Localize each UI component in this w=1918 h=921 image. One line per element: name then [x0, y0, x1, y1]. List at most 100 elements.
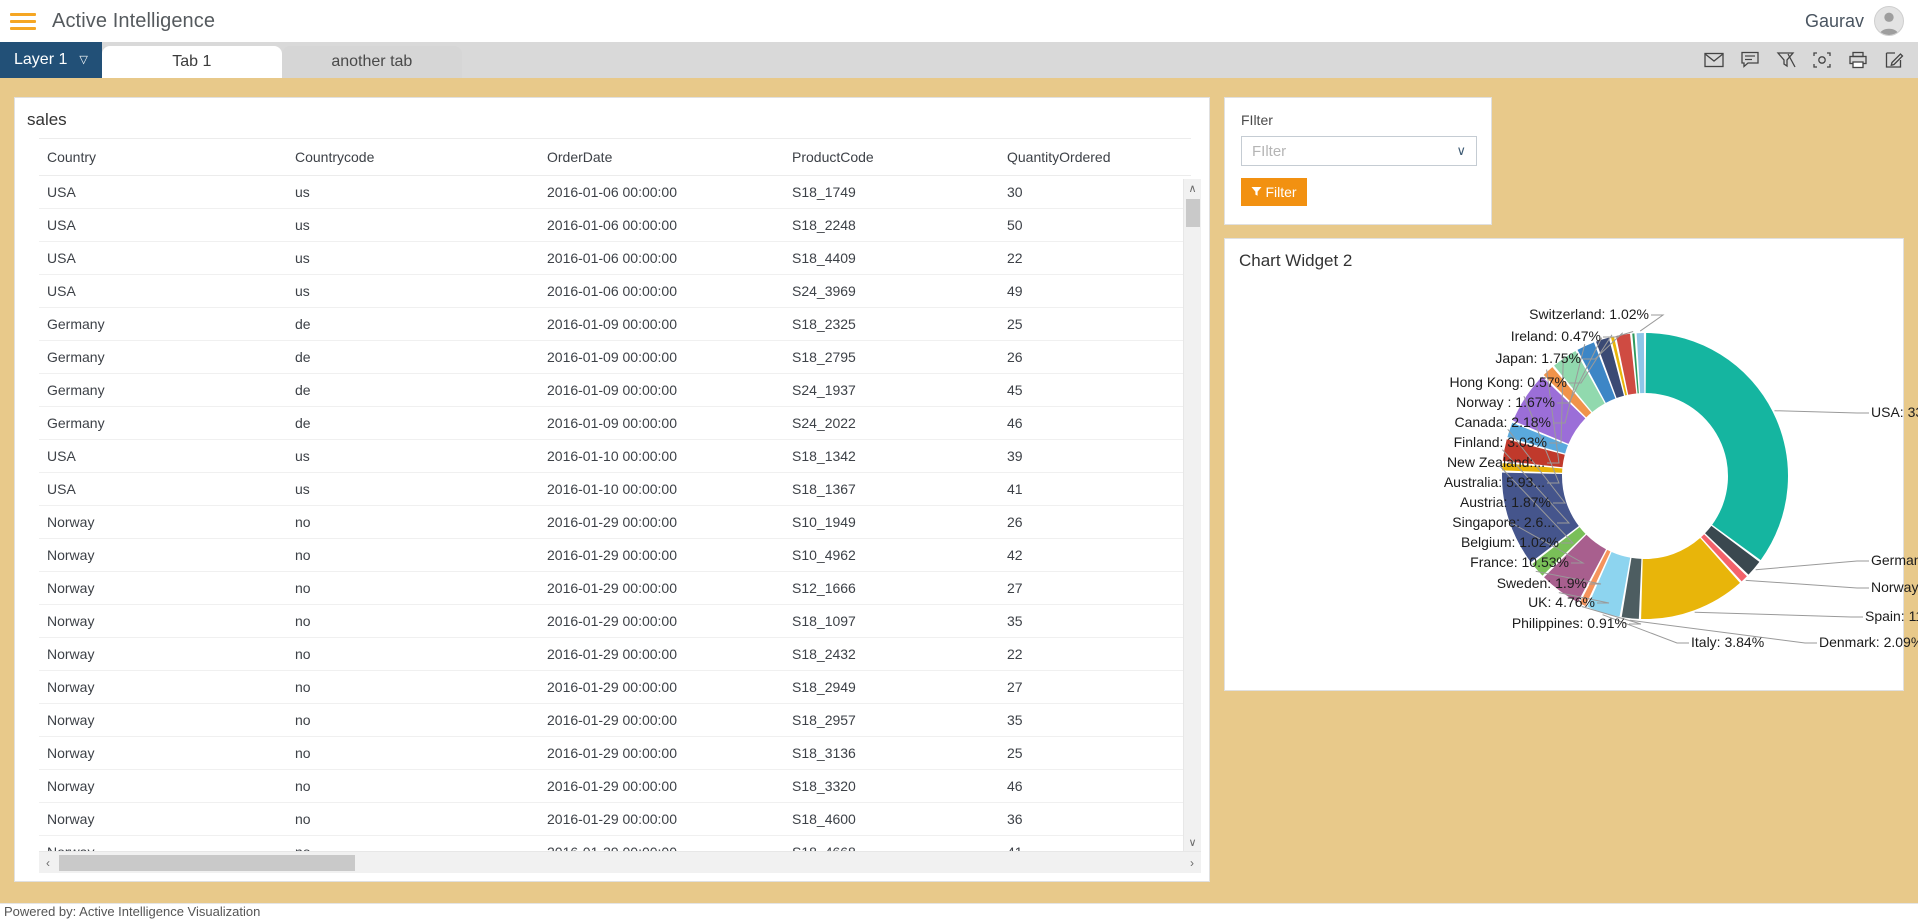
table-row[interactable]: USAus2016-01-10 00:00:00S18_136741: [39, 473, 1191, 506]
table-row[interactable]: Norwayno2016-01-29 00:00:00S18_295735: [39, 704, 1191, 737]
sales-table-body: USAus2016-01-06 00:00:00S18_174930USAus2…: [39, 176, 1191, 852]
cell-productcode: S12_1666: [784, 572, 999, 605]
cell-orderdate: 2016-01-29 00:00:00: [539, 803, 784, 836]
cell-orderdate: 2016-01-29 00:00:00: [539, 737, 784, 770]
donut-leader-line: [1746, 580, 1869, 588]
table-scroll-area[interactable]: Country Countrycode OrderDate ProductCod…: [39, 138, 1201, 851]
chart-widget: Chart Widget 2 USA: 33.85%Germany: 2.04%…: [1224, 238, 1904, 691]
cell-countrycode: de: [287, 407, 539, 440]
donut-chart[interactable]: USA: 33.85%Germany: 2.04%Norway: 1.03%Sp…: [1225, 271, 1905, 686]
cell-productcode: S18_1342: [784, 440, 999, 473]
table-row[interactable]: Norwayno2016-01-29 00:00:00S10_194926: [39, 506, 1191, 539]
tab-strip: Layer 1 ▽ Tab 1 another tab: [0, 42, 1918, 78]
cell-productcode: S18_2949: [784, 671, 999, 704]
table-row[interactable]: USAus2016-01-06 00:00:00S18_224850: [39, 209, 1191, 242]
cell-productcode: S18_4600: [784, 803, 999, 836]
table-row[interactable]: USAus2016-01-06 00:00:00S24_396949: [39, 275, 1191, 308]
comment-icon[interactable]: [1740, 51, 1760, 69]
column-header-countrycode[interactable]: Countrycode: [287, 139, 539, 176]
scroll-right-icon[interactable]: ›: [1183, 856, 1201, 870]
filter-button[interactable]: Filter: [1241, 178, 1307, 206]
edit-icon[interactable]: [1884, 51, 1904, 69]
cell-quantityordered: 50: [999, 209, 1191, 242]
dashboard-canvas: sales Country Countrycode OrderDate Prod…: [0, 78, 1918, 903]
donut-label: Germany: 2.04%: [1871, 552, 1918, 568]
scroll-down-icon[interactable]: ∨: [1184, 833, 1201, 851]
cell-quantityordered: 39: [999, 440, 1191, 473]
cell-countrycode: de: [287, 374, 539, 407]
cell-quantityordered: 25: [999, 308, 1191, 341]
table-row[interactable]: USAus2016-01-10 00:00:00S18_134239: [39, 440, 1191, 473]
table-row[interactable]: USAus2016-01-06 00:00:00S18_440922: [39, 242, 1191, 275]
vertical-scrollbar[interactable]: ∧ ∨: [1183, 179, 1201, 851]
clear-filter-icon[interactable]: [1776, 51, 1796, 69]
donut-slice[interactable]: [1646, 333, 1788, 560]
table-row[interactable]: USAus2016-01-06 00:00:00S18_174930: [39, 176, 1191, 209]
table-row[interactable]: Norwayno2016-01-29 00:00:00S18_109735: [39, 605, 1191, 638]
table-row[interactable]: Norwayno2016-01-29 00:00:00S18_243222: [39, 638, 1191, 671]
cell-orderdate: 2016-01-29 00:00:00: [539, 770, 784, 803]
cell-orderdate: 2016-01-29 00:00:00: [539, 638, 784, 671]
cell-quantityordered: 27: [999, 572, 1191, 605]
scroll-left-icon[interactable]: ‹: [39, 856, 57, 870]
layer-selector[interactable]: Layer 1 ▽: [0, 42, 102, 78]
funnel-icon: [1251, 184, 1262, 200]
table-row[interactable]: Norwayno2016-01-29 00:00:00S18_466841: [39, 836, 1191, 852]
tab-another-tab[interactable]: another tab: [282, 46, 462, 78]
snapshot-icon[interactable]: [1812, 51, 1832, 69]
donut-label: Norway: 1.03%: [1871, 579, 1918, 595]
filter-dropdown[interactable]: FIlter ∨: [1241, 136, 1477, 166]
table-row[interactable]: Germanyde2016-01-09 00:00:00S24_202246: [39, 407, 1191, 440]
cell-country: USA: [39, 176, 287, 209]
user-avatar-icon[interactable]: [1874, 6, 1904, 36]
cell-quantityordered: 41: [999, 473, 1191, 506]
cell-country: Norway: [39, 605, 287, 638]
vertical-scroll-thumb[interactable]: [1186, 199, 1200, 227]
tab-label: Tab 1: [172, 53, 211, 71]
cell-quantityordered: 46: [999, 407, 1191, 440]
cell-productcode: S18_1367: [784, 473, 999, 506]
mail-icon[interactable]: [1704, 52, 1724, 68]
table-row[interactable]: Norwayno2016-01-29 00:00:00S12_166627: [39, 572, 1191, 605]
cell-countrycode: us: [287, 275, 539, 308]
cell-quantityordered: 27: [999, 671, 1191, 704]
table-row[interactable]: Norwayno2016-01-29 00:00:00S18_313625: [39, 737, 1191, 770]
column-header-country[interactable]: Country: [39, 139, 287, 176]
table-row[interactable]: Germanyde2016-01-09 00:00:00S24_193745: [39, 374, 1191, 407]
table-row[interactable]: Germanyde2016-01-09 00:00:00S18_279526: [39, 341, 1191, 374]
cell-orderdate: 2016-01-06 00:00:00: [539, 275, 784, 308]
table-row[interactable]: Norwayno2016-01-29 00:00:00S18_294927: [39, 671, 1191, 704]
cell-orderdate: 2016-01-29 00:00:00: [539, 605, 784, 638]
column-header-orderdate[interactable]: OrderDate: [539, 139, 784, 176]
cell-countrycode: no: [287, 803, 539, 836]
cell-quantityordered: 35: [999, 704, 1191, 737]
widget-toolbar: [1704, 42, 1904, 78]
cell-countrycode: us: [287, 209, 539, 242]
donut-label: Belgium: 1.02%: [1461, 534, 1559, 550]
cell-orderdate: 2016-01-06 00:00:00: [539, 176, 784, 209]
table-row[interactable]: Norwayno2016-01-29 00:00:00S18_460036: [39, 803, 1191, 836]
column-header-productcode[interactable]: ProductCode: [784, 139, 999, 176]
table-header-row: Country Countrycode OrderDate ProductCod…: [39, 139, 1191, 176]
column-header-quantityordered[interactable]: QuantityOrdered: [999, 139, 1191, 176]
hamburger-icon[interactable]: [10, 10, 38, 32]
filter-button-label: Filter: [1265, 184, 1296, 200]
tab-tab-1[interactable]: Tab 1: [102, 46, 282, 78]
table-row[interactable]: Norwayno2016-01-29 00:00:00S10_496242: [39, 539, 1191, 572]
horizontal-scrollbar[interactable]: ‹ ›: [39, 851, 1201, 873]
print-icon[interactable]: [1848, 51, 1868, 69]
cell-orderdate: 2016-01-09 00:00:00: [539, 341, 784, 374]
donut-label: New Zealand:...: [1447, 454, 1545, 470]
cell-orderdate: 2016-01-10 00:00:00: [539, 440, 784, 473]
cell-countrycode: us: [287, 242, 539, 275]
cell-quantityordered: 30: [999, 176, 1191, 209]
cell-productcode: S18_2795: [784, 341, 999, 374]
sales-table-widget: sales Country Countrycode OrderDate Prod…: [14, 97, 1210, 882]
horizontal-scroll-thumb[interactable]: [59, 855, 355, 871]
donut-label: Hong Kong: 0.57%: [1449, 374, 1567, 390]
table-row[interactable]: Norwayno2016-01-29 00:00:00S18_332046: [39, 770, 1191, 803]
table-row[interactable]: Germanyde2016-01-09 00:00:00S18_232525: [39, 308, 1191, 341]
cell-countrycode: us: [287, 176, 539, 209]
donut-label: Norway : 1.67%: [1456, 394, 1555, 410]
scroll-up-icon[interactable]: ∧: [1184, 179, 1201, 197]
